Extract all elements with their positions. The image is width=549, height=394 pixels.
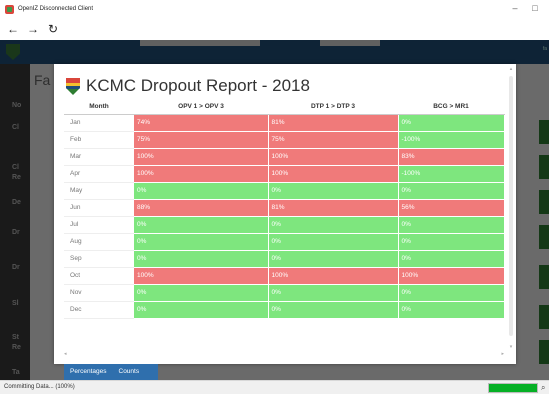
minimize-button[interactable]: – — [508, 2, 522, 14]
rate-cell: 100% — [398, 267, 505, 285]
horizontal-scrollbar[interactable]: ◂ ▸ — [64, 351, 504, 357]
app-shield-icon — [5, 4, 14, 14]
shield-icon — [66, 77, 80, 95]
back-arrow-icon[interactable]: ← — [6, 22, 20, 36]
rate-cell: 0% — [398, 114, 505, 132]
rate-cell: -100% — [398, 131, 505, 149]
month-cell: Jan — [64, 114, 134, 132]
rate-cell: 81% — [268, 114, 399, 132]
rate-cell: 74% — [134, 114, 269, 132]
rate-cell: 0% — [398, 284, 505, 302]
month-cell: Sep — [64, 250, 134, 268]
rate-cell: 0% — [398, 250, 505, 268]
navigation-toolbar: ← → ↻ — [0, 18, 549, 40]
rate-cell: 56% — [398, 199, 505, 217]
status-text: Committing Data... (100%) — [4, 384, 75, 390]
table-row: Nov 0% 0% 0% — [64, 284, 505, 302]
table-row: Jan 74% 81% 0% — [64, 114, 505, 132]
rate-cell: -100% — [398, 165, 505, 183]
rate-cell: 83% — [398, 148, 505, 166]
table-header-row: Month OPV 1 > OPV 3 DTP 1 > DTP 3 BCG > … — [64, 100, 504, 115]
table-row: Feb 75% 75% -100% — [64, 131, 505, 149]
month-cell: Jul — [64, 216, 134, 234]
column-header[interactable]: OPV 1 > OPV 3 — [134, 100, 268, 115]
rate-cell: 75% — [268, 131, 399, 149]
status-bar: Committing Data... (100%) ⌕ — [0, 380, 549, 394]
table-row: Jul 0% 0% 0% — [64, 216, 505, 234]
month-cell: Jun — [64, 199, 134, 217]
table-row: Apr 100% 100% -100% — [64, 165, 505, 183]
search-icon[interactable]: ⌕ — [541, 383, 545, 393]
table-row: May 0% 0% 0% — [64, 182, 505, 200]
forward-arrow-icon[interactable]: → — [26, 22, 40, 36]
scroll-right-icon[interactable]: ▸ — [501, 351, 504, 357]
table-body: Jan 74% 81% 0% Feb 75% 75% -100% Mar 100% 100% 83… — [64, 114, 505, 319]
scroll-up-icon[interactable]: ▴ — [508, 66, 514, 72]
rate-cell: 100% — [268, 267, 399, 285]
table-row: Aug 0% 0% 0% — [64, 233, 505, 251]
rate-cell: 0% — [268, 216, 399, 234]
month-cell: Oct — [64, 267, 134, 285]
rate-cell: 0% — [134, 301, 269, 319]
month-cell: Apr — [64, 165, 134, 183]
report-dialog: KCMC Dropout Report - 2018 Month OPV 1 >… — [54, 64, 516, 364]
progress-bar — [488, 383, 538, 393]
rate-cell: 100% — [268, 148, 399, 166]
month-cell: Feb — [64, 131, 134, 149]
rate-cell: 0% — [134, 216, 269, 234]
report-view-tabs: Percentages Counts — [64, 364, 158, 380]
rate-cell: 0% — [134, 233, 269, 251]
month-cell: Nov — [64, 284, 134, 302]
column-header[interactable]: BCG > MR1 — [398, 100, 504, 115]
window-title-bar: OpenIZ Disconnected Client – □ — [0, 0, 549, 18]
refresh-icon[interactable]: ↻ — [46, 22, 60, 36]
rate-cell: 0% — [134, 284, 269, 302]
rate-cell: 81% — [268, 199, 399, 217]
rate-cell: 75% — [134, 131, 269, 149]
vertical-scrollbar[interactable]: ▴ ▾ — [508, 66, 514, 350]
rate-cell: 0% — [398, 301, 505, 319]
dropout-table: Month OPV 1 > OPV 3 DTP 1 > DTP 3 BCG > … — [64, 100, 505, 319]
report-header: KCMC Dropout Report - 2018 — [66, 76, 310, 96]
scroll-left-icon[interactable]: ◂ — [64, 351, 67, 357]
rate-cell: 0% — [134, 182, 269, 200]
maximize-button[interactable]: □ — [528, 2, 542, 14]
scroll-thumb[interactable] — [509, 76, 513, 336]
month-cell: Aug — [64, 233, 134, 251]
rate-cell: 0% — [398, 216, 505, 234]
rate-cell: 0% — [268, 301, 399, 319]
table-row: Sep 0% 0% 0% — [64, 250, 505, 268]
rate-cell: 0% — [268, 284, 399, 302]
rate-cell: 0% — [398, 182, 505, 200]
rate-cell: 88% — [134, 199, 269, 217]
rate-cell: 100% — [134, 148, 269, 166]
column-header[interactable]: DTP 1 > DTP 3 — [268, 100, 398, 115]
rate-cell: 0% — [134, 250, 269, 268]
table-row: Jun 88% 81% 56% — [64, 199, 505, 217]
window-title: OpenIZ Disconnected Client — [18, 6, 94, 12]
table-row: Oct 100% 100% 100% — [64, 267, 505, 285]
progress-fill — [489, 384, 537, 392]
rate-cell: 0% — [268, 250, 399, 268]
report-title: KCMC Dropout Report - 2018 — [86, 76, 310, 95]
table-row: Mar 100% 100% 83% — [64, 148, 505, 166]
rate-cell: 0% — [268, 233, 399, 251]
month-cell: May — [64, 182, 134, 200]
table-row: Dec 0% 0% 0% — [64, 301, 505, 319]
rate-cell: 100% — [134, 267, 269, 285]
month-cell: Dec — [64, 301, 134, 319]
month-cell: Mar — [64, 148, 134, 166]
rate-cell: 100% — [268, 165, 399, 183]
tab-counts[interactable]: Counts — [113, 364, 146, 380]
rate-cell: 100% — [134, 165, 269, 183]
rate-cell: 0% — [398, 233, 505, 251]
column-header[interactable]: Month — [64, 100, 134, 115]
scroll-down-icon[interactable]: ▾ — [508, 344, 514, 350]
tab-percentages[interactable]: Percentages — [64, 364, 113, 380]
rate-cell: 0% — [268, 182, 399, 200]
